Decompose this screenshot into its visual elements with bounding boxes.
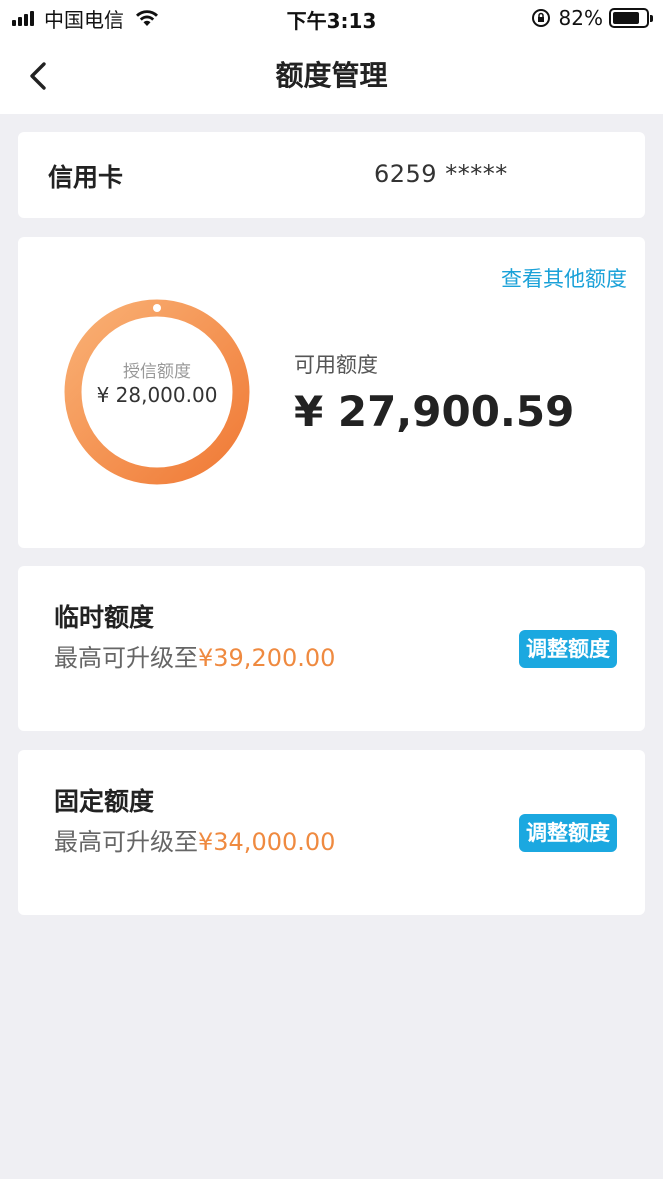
credit-limit-value: ¥ 28,000.00 xyxy=(96,383,218,407)
available-limit-value: ¥ 27,900.59 xyxy=(294,387,575,436)
temporary-limit-card: 临时额度 最高可升级至¥39,200.00 调整额度 xyxy=(18,566,645,731)
fixed-limit-title: 固定额度 xyxy=(54,787,155,816)
orientation-lock-icon xyxy=(531,9,550,27)
limit-overview-card: 查看其他额度 授信额度 ¥ 28,000.00 可用额度 ¥ 27,900.59 xyxy=(18,237,645,548)
view-other-limits-link[interactable]: 查看其他额度 xyxy=(501,263,627,293)
temporary-limit-prefix: 最高可升级至 xyxy=(54,644,198,672)
fixed-limit-card: 固定额度 最高可升级至¥34,000.00 调整额度 xyxy=(18,750,645,915)
nav-bar: 额度管理 xyxy=(0,40,663,114)
adjust-fixed-limit-button[interactable]: 调整额度 xyxy=(519,814,617,852)
fixed-limit-desc: 最高可升级至¥34,000.00 xyxy=(54,822,335,857)
status-bar: 中国电信 下午3:13 82% xyxy=(0,0,663,40)
battery-level-fill xyxy=(613,12,640,24)
card-number: 6259 ***** xyxy=(374,160,508,188)
ring-marker xyxy=(153,304,161,312)
battery-percent: 82% xyxy=(558,6,603,30)
credit-limit-label: 授信额度 xyxy=(123,362,191,382)
fixed-limit-amount: ¥34,000.00 xyxy=(198,828,336,856)
fixed-limit-prefix: 最高可升级至 xyxy=(54,828,198,856)
temporary-limit-title: 临时额度 xyxy=(54,603,155,632)
available-limit-label: 可用额度 xyxy=(294,353,378,377)
credit-limit-ring: 授信额度 ¥ 28,000.00 xyxy=(60,295,254,489)
limit-management-page: 中国电信 下午3:13 82% 额度管理 信用卡 6259 ***** 查看其他… xyxy=(0,0,663,1179)
credit-card-row: 信用卡 6259 ***** xyxy=(18,132,645,218)
battery-icon xyxy=(609,8,653,28)
page-title: 额度管理 xyxy=(275,59,388,92)
adjust-temporary-limit-button[interactable]: 调整额度 xyxy=(519,630,617,668)
temporary-limit-amount: ¥39,200.00 xyxy=(198,644,336,672)
status-right: 82% xyxy=(531,5,653,31)
card-type-label: 信用卡 xyxy=(48,163,124,192)
temporary-limit-desc: 最高可升级至¥39,200.00 xyxy=(54,638,335,673)
